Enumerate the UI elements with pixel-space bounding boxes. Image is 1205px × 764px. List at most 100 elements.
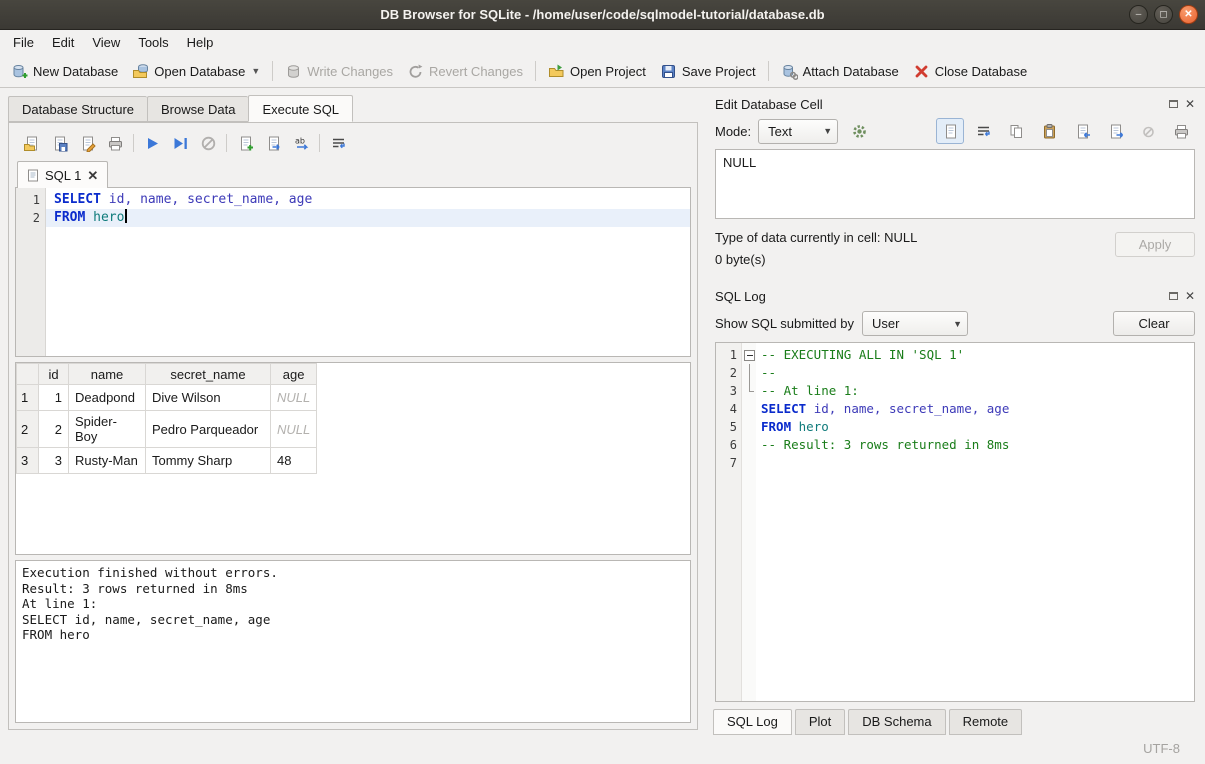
row-number[interactable]: 3	[17, 448, 39, 474]
menu-tools[interactable]: Tools	[129, 32, 177, 53]
window-controls: –◻ ✕	[1129, 5, 1198, 24]
execute-current-line-icon-button[interactable]	[166, 130, 194, 156]
cell[interactable]: 3	[39, 448, 69, 474]
encoding-indicator[interactable]: UTF-8	[1143, 741, 1180, 756]
tab-plot[interactable]: Plot	[795, 709, 845, 735]
open-in-new-tab-icon	[265, 135, 282, 152]
code-text: -- Result: 3 rows returned in 8ms	[756, 436, 1194, 454]
table-row: 33Rusty-ManTommy Sharp48	[17, 448, 317, 474]
code-text: SELECT id, name, secret_name, age	[46, 191, 690, 209]
find-replace-icon-button[interactable]: ab	[287, 130, 315, 156]
cell-value-editor[interactable]: NULL	[715, 149, 1195, 219]
new-database-button[interactable]: New Database	[4, 59, 125, 84]
revert-changes-button[interactable]: Revert Changes	[400, 59, 530, 84]
token	[791, 419, 799, 434]
open-sql-file-icon-button[interactable]	[17, 130, 45, 156]
close-button[interactable]: ✕	[1179, 5, 1198, 24]
menu-edit[interactable]: Edit	[43, 32, 83, 53]
column-header-age[interactable]: age	[271, 364, 317, 385]
print-icon-button[interactable]	[101, 130, 129, 156]
import-icon-button[interactable]	[1068, 118, 1096, 144]
results-grid[interactable]: idnamesecret_nameage 11DeadpondDive Wils…	[15, 362, 691, 555]
export-icon	[1107, 123, 1124, 140]
open-in-new-tab-icon-button[interactable]	[259, 130, 287, 156]
row-number[interactable]: 2	[17, 411, 39, 448]
column-header-name[interactable]: name	[69, 364, 146, 385]
close-dock-icon[interactable]: ✕	[1185, 290, 1195, 302]
copy-icon-button[interactable]	[1002, 118, 1030, 144]
cell[interactable]: Spider-Boy	[69, 411, 146, 448]
log-filter-select[interactable]: User ▼	[862, 311, 968, 336]
sql-log-view[interactable]: 1-- EXECUTING ALL IN 'SQL 1'2--3-- At li…	[715, 342, 1195, 702]
word-wrap-icon-button[interactable]	[324, 130, 352, 156]
set-null-icon-button[interactable]	[1134, 118, 1162, 144]
menu-view[interactable]: View	[83, 32, 129, 53]
save-sql-file-icon-button[interactable]	[45, 130, 73, 156]
execute-all-icon-button[interactable]	[138, 130, 166, 156]
word-wrap-icon-button[interactable]	[969, 118, 997, 144]
cell[interactable]: Dive Wilson	[146, 385, 271, 411]
menu-file[interactable]: File	[4, 32, 43, 53]
maximize-button[interactable]: ◻	[1154, 5, 1173, 24]
cell[interactable]: Deadpond	[69, 385, 146, 411]
stop-icon-button[interactable]	[194, 130, 222, 156]
print-icon-button[interactable]	[1167, 118, 1195, 144]
settings-icon-button[interactable]	[845, 118, 873, 144]
text-mode-icon-button[interactable]	[936, 118, 964, 144]
paste-icon-button[interactable]	[1035, 118, 1063, 144]
close-tab-icon[interactable]: ✕	[87, 169, 98, 182]
cell[interactable]: 1	[39, 385, 69, 411]
tab-sql-log[interactable]: SQL Log	[713, 709, 792, 735]
sql-editor[interactable]: 1SELECT id, name, secret_name, age2FROM …	[15, 187, 691, 357]
tab-sql-1[interactable]: SQL 1 ✕	[17, 161, 108, 188]
tab-db-schema[interactable]: DB Schema	[848, 709, 945, 735]
cell[interactable]: NULL	[271, 385, 317, 411]
apply-button[interactable]: Apply	[1115, 232, 1195, 257]
row-number[interactable]: 1	[17, 385, 39, 411]
attach-database-button[interactable]: Attach Database	[774, 59, 906, 84]
log-line: 4SELECT id, name, secret_name, age	[716, 400, 1194, 418]
cell[interactable]: NULL	[271, 411, 317, 448]
mode-select[interactable]: Text ▼	[758, 119, 838, 144]
write-changes-button[interactable]: Write Changes	[278, 59, 400, 84]
column-header-id[interactable]: id	[39, 364, 69, 385]
cell[interactable]: Rusty-Man	[69, 448, 146, 474]
export-icon-button[interactable]	[1101, 118, 1129, 144]
log-line: 7	[716, 454, 1194, 472]
clear-log-button[interactable]: Clear	[1113, 311, 1195, 336]
fold-marker-icon[interactable]	[742, 346, 756, 364]
toolbar-separator	[226, 134, 227, 152]
save-project-button[interactable]: Save Project	[653, 59, 763, 84]
float-dock-icon[interactable]	[1169, 292, 1178, 300]
float-dock-icon[interactable]	[1169, 100, 1178, 108]
cell[interactable]: 48	[271, 448, 317, 474]
menu-help[interactable]: Help	[178, 32, 223, 53]
tab-remote[interactable]: Remote	[949, 709, 1023, 735]
cell[interactable]: Tommy Sharp	[146, 448, 271, 474]
minimize-button[interactable]: –	[1129, 5, 1148, 24]
open-project-button[interactable]: Open Project	[541, 59, 653, 84]
corner-header[interactable]	[17, 364, 39, 385]
print-icon	[107, 135, 124, 152]
chevron-down-icon[interactable]: ▼	[251, 66, 260, 76]
main-area: Database StructureBrowse DataExecute SQL…	[0, 89, 1205, 735]
open-database-button[interactable]: Open Database▼	[125, 59, 267, 84]
new-tab-icon-button[interactable]	[231, 130, 259, 156]
execute-current-line-icon	[172, 135, 189, 152]
column-header-secret_name[interactable]: secret_name	[146, 364, 271, 385]
editor-line[interactable]: 1SELECT id, name, secret_name, age	[16, 191, 690, 209]
close-database-button[interactable]: Close Database	[906, 59, 1035, 84]
save-sql-file-as-icon-button[interactable]	[73, 130, 101, 156]
code-text	[756, 454, 1194, 472]
cell[interactable]: 2	[39, 411, 69, 448]
editor-line[interactable]: 2FROM hero	[16, 209, 690, 227]
close-dock-icon[interactable]: ✕	[1185, 98, 1195, 110]
new-tab-icon	[237, 135, 254, 152]
open-project-icon	[548, 63, 565, 80]
cell[interactable]: Pedro Parqueador	[146, 411, 271, 448]
tab-database-structure[interactable]: Database Structure	[8, 96, 147, 122]
tab-browse-data[interactable]: Browse Data	[147, 96, 248, 122]
tab-execute-sql[interactable]: Execute SQL	[248, 95, 353, 122]
log-line: 6-- Result: 3 rows returned in 8ms	[716, 436, 1194, 454]
table-row: 11DeadpondDive WilsonNULL	[17, 385, 317, 411]
